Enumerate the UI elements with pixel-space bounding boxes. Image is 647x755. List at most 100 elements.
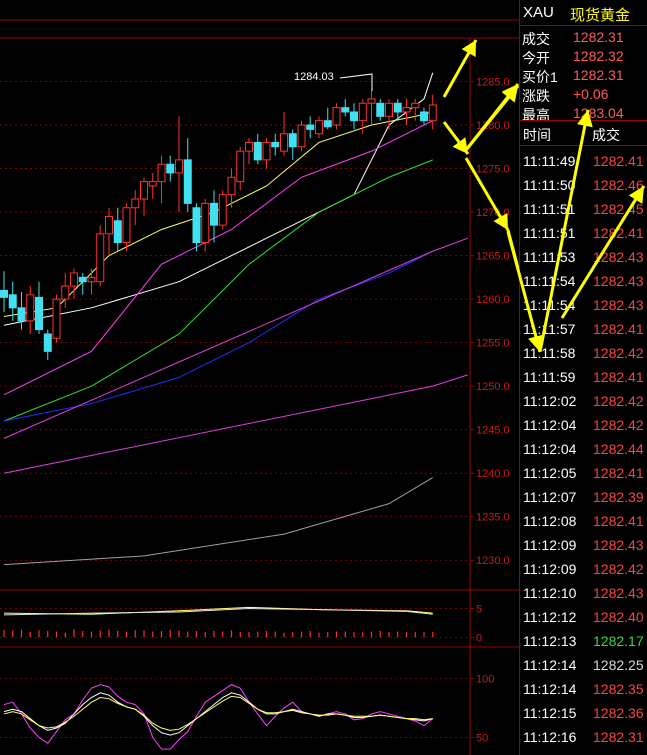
candle-body — [0, 289, 8, 298]
trade-row: 11:11:53 1282.43 — [520, 246, 647, 270]
candle-body — [52, 298, 61, 339]
trade-time: 11:11:51 — [523, 201, 576, 217]
candle-body — [35, 296, 43, 331]
trade-price: 1282.46 — [593, 177, 644, 193]
trade-price: 1282.40 — [593, 609, 644, 625]
trade-price: 1282.36 — [593, 705, 644, 721]
candle-body — [131, 198, 140, 209]
candle-body — [385, 102, 393, 117]
trade-row: 11:12:08 1282.41 — [520, 510, 647, 534]
trade-price: 1282.43 — [593, 585, 644, 601]
candle-body — [183, 159, 192, 204]
y-tick-label: 1245.0 — [476, 425, 510, 437]
candle-body — [350, 111, 358, 122]
candle-body — [210, 202, 218, 226]
candle-body — [341, 107, 350, 113]
trade-time: 11:12:12 — [523, 609, 577, 625]
trade-time: 11:12:07 — [523, 489, 577, 505]
candle-body — [315, 120, 323, 135]
candle-body — [192, 207, 201, 244]
chart-area: 1285.01280.01275.01270.01265.01260.01255… — [0, 0, 519, 755]
trade-time: 11:12:09 — [523, 537, 577, 553]
trade-row: 11:12:07 1282.39 — [520, 486, 647, 510]
trade-time: 11:12:14 — [523, 681, 577, 697]
candle-body — [122, 207, 131, 244]
trade-time: 11:12:10 — [523, 585, 577, 601]
candle-body — [78, 276, 87, 283]
trade-row: 11:11:51 1282.45 — [520, 198, 647, 222]
candle-body — [245, 141, 253, 152]
trade-time: 11:12:14 — [523, 657, 577, 673]
trade-price: 1282.25 — [593, 657, 644, 673]
trade-time: 11:12:16 — [523, 729, 577, 745]
trade-row: 11:12:14 1282.25 — [520, 654, 647, 678]
y-tick-label: 5 — [476, 604, 482, 616]
trade-row: 11:11:54 1282.43 — [520, 270, 647, 294]
trade-price: 1282.31 — [593, 729, 644, 745]
trade-row: 11:12:04 1282.44 — [520, 438, 647, 462]
y-tick-label: 1235.0 — [476, 512, 510, 524]
trade-time: 11:11:58 — [523, 345, 576, 361]
candle-body — [393, 102, 402, 113]
candle-body — [8, 294, 17, 309]
trade-price: 1282.41 — [593, 465, 644, 481]
trade-price: 1282.35 — [593, 681, 644, 697]
trade-time: 11:11:49 — [523, 153, 576, 169]
trade-time: 11:11:54 — [523, 273, 576, 289]
trade-row: 11:11:50 1282.46 — [520, 174, 647, 198]
trade-row: 11:12:12 1282.40 — [520, 606, 647, 630]
candle-body — [105, 215, 113, 235]
candle-body — [113, 220, 122, 244]
y-tick-label: 1240.0 — [476, 468, 510, 480]
trade-row: 11:11:54 1282.43 — [520, 294, 647, 318]
y-tick-label: 50 — [476, 732, 488, 744]
trade-table-header: 时间 成交 — [520, 120, 647, 146]
trade-time: 11:12:13 — [523, 633, 577, 649]
trade-price: 1282.41 — [593, 153, 644, 169]
trade-row: 11:11:58 1282.42 — [520, 342, 647, 366]
trade-row: 11:11:51 1282.41 — [520, 222, 647, 246]
trade-price: 1282.43 — [593, 273, 644, 289]
trade-row: 11:12:05 1282.41 — [520, 462, 647, 486]
quote-header: XAU 现货黄金 — [520, 0, 647, 26]
price-column-header: 成交 — [592, 127, 620, 143]
candle-body — [367, 98, 376, 104]
trade-row: 11:12:14 1282.35 — [520, 678, 647, 702]
candle-body — [262, 141, 271, 161]
trade-time: 11:11:50 — [523, 177, 576, 193]
trade-price: 1282.41 — [593, 225, 644, 241]
quote-panel: XAU 现货黄金 成交 1282.31 今开 1282.32 买价1 1282.31 涨跌 +… — [519, 0, 647, 755]
y-tick-label: 1250.0 — [476, 381, 510, 393]
candle-body — [271, 141, 280, 148]
y-tick-label: 0 — [476, 632, 482, 644]
trade-price: 1282.41 — [593, 513, 644, 529]
candle-body — [358, 102, 367, 122]
trade-time: 11:11:54 — [523, 297, 576, 313]
trade-time: 11:12:09 — [523, 561, 577, 577]
trade-time: 11:12:04 — [523, 441, 577, 457]
instrument-name: 现货黄金 — [570, 7, 631, 24]
trade-time: 11:12:08 — [523, 513, 577, 529]
candle-body — [61, 285, 70, 300]
trade-time: 11:11:51 — [523, 225, 576, 241]
trade-time: 11:12:02 — [523, 393, 577, 409]
candle-body — [70, 272, 78, 287]
trade-row: 11:12:09 1282.43 — [520, 534, 647, 558]
y-tick-label: 1265.0 — [476, 251, 510, 263]
candle-body — [332, 107, 341, 126]
candle-body — [376, 102, 385, 117]
candle-body — [323, 120, 332, 128]
trade-price: 1282.42 — [593, 345, 644, 361]
trade-time: 11:12:04 — [523, 417, 577, 433]
trade-price: 1282.17 — [593, 633, 644, 649]
trade-row: 11:12:13 1282.17 — [520, 630, 647, 654]
candle-body — [140, 181, 148, 200]
high-price-annotation: 1284.03 — [294, 71, 334, 83]
candle-body — [420, 111, 428, 122]
trade-price: 1282.43 — [593, 249, 644, 265]
candle-body — [175, 159, 183, 174]
y-tick-label: 1255.0 — [476, 338, 510, 350]
trade-price: 1282.43 — [593, 297, 644, 313]
symbol-label: XAU — [523, 4, 554, 21]
candle-body — [306, 124, 315, 130]
